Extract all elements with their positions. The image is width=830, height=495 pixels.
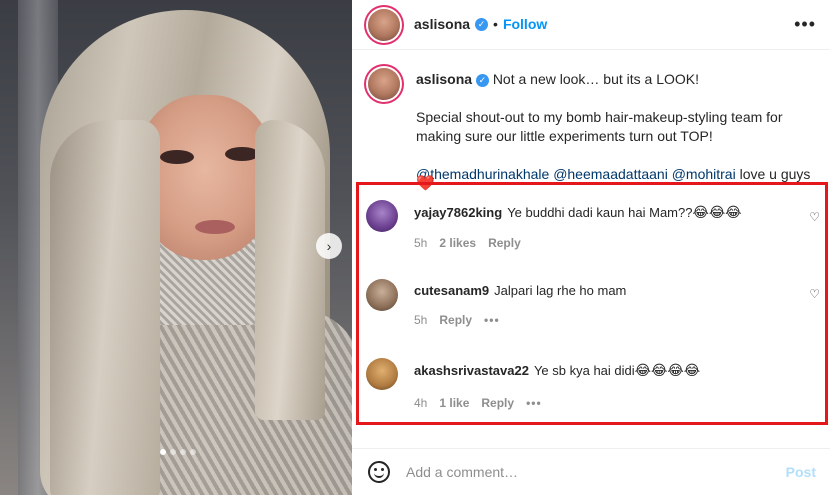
post-side-panel: aslisona ✓ • Follow ••• aslisona ✓ Not a… — [352, 0, 830, 495]
post-header: aslisona ✓ • Follow ••• — [352, 0, 830, 50]
photo-lips — [195, 220, 235, 234]
more-options-icon[interactable]: ••• — [794, 14, 816, 35]
author-avatar[interactable] — [368, 9, 400, 41]
mention-link[interactable]: @mohitrai — [672, 166, 736, 182]
carousel-dot — [160, 449, 166, 455]
carousel-dot — [180, 449, 186, 455]
post-photo[interactable]: › — [0, 0, 352, 495]
comments-highlight-box — [356, 182, 828, 425]
photo-hair-strand-right — [255, 120, 325, 420]
caption-avatar[interactable] — [368, 68, 400, 100]
comment-input[interactable] — [406, 461, 766, 483]
caption-line-1: Not a new look… but its a LOOK! — [492, 71, 700, 87]
verified-badge-icon: ✓ — [475, 17, 489, 31]
post-comment-button[interactable]: Post — [786, 464, 816, 480]
carousel-dot — [190, 449, 196, 455]
carousel-dots — [160, 449, 196, 455]
caption-line-2: Special shout-out to my bomb hair-makeup… — [416, 109, 783, 144]
verified-badge-icon: ✓ — [475, 73, 489, 87]
follow-button[interactable]: Follow — [503, 16, 547, 32]
post-caption: aslisona ✓ Not a new look… but its a LOO… — [416, 70, 816, 184]
add-comment-bar: Post — [352, 448, 830, 495]
chevron-right-icon: › — [326, 238, 332, 254]
emoji-smile-icon[interactable] — [368, 461, 390, 483]
mention-link[interactable]: @themadhurinakhale — [416, 166, 549, 182]
caption-username[interactable]: aslisona — [416, 71, 472, 87]
caption-tail: love u guys — [739, 166, 811, 182]
carousel-next-button[interactable]: › — [316, 233, 342, 259]
author-username[interactable]: aslisona — [414, 16, 470, 32]
photo-eye-right — [225, 147, 259, 161]
carousel-dot — [170, 449, 176, 455]
photo-eye-left — [160, 150, 194, 164]
mention-link[interactable]: @heemaadattaani — [553, 166, 668, 182]
header-separator: • — [493, 16, 498, 32]
photo-hair-strand-left — [50, 120, 160, 495]
